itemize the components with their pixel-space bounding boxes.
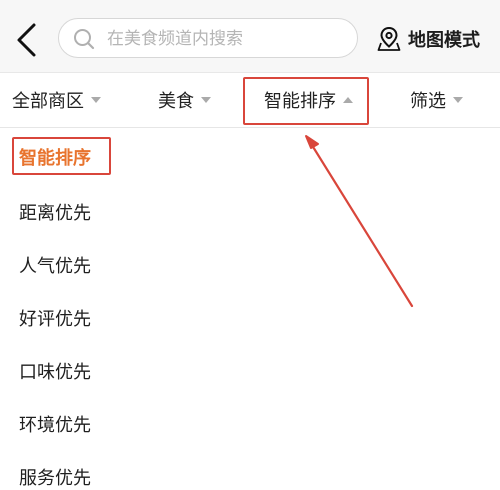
back-button[interactable]: [12, 22, 42, 58]
map-mode-label: 地图模式: [408, 30, 480, 51]
tab-filter[interactable]: 筛选: [410, 73, 463, 127]
caret-down-icon: [453, 97, 463, 103]
chevron-left-icon: [17, 23, 36, 57]
caret-down-icon: [91, 97, 101, 103]
tab-smart-sort[interactable]: 智能排序: [264, 73, 353, 127]
tab-label: 筛选: [410, 91, 446, 112]
sort-option-distance[interactable]: 距离优先: [19, 199, 91, 225]
tab-label: 美食: [158, 91, 194, 112]
sort-option-popularity[interactable]: 人气优先: [19, 252, 91, 278]
search-input[interactable]: [105, 26, 349, 52]
sort-option-smart[interactable]: 智能排序: [19, 144, 91, 170]
caret-down-icon: [201, 97, 211, 103]
tab-label: 智能排序: [264, 91, 336, 112]
sort-option-rating[interactable]: 好评优先: [19, 305, 91, 331]
search-bar[interactable]: [58, 18, 358, 58]
sort-option-environment[interactable]: 环境优先: [19, 411, 91, 437]
map-pin-icon: [377, 26, 401, 51]
filter-bar: 全部商区 美食 智能排序 筛选: [0, 72, 500, 128]
top-bar: 地图模式: [0, 0, 500, 72]
sort-option-service[interactable]: 服务优先: [19, 464, 91, 490]
tab-cuisine[interactable]: 美食: [158, 73, 211, 127]
sort-option-taste[interactable]: 口味优先: [19, 358, 91, 384]
tab-all-districts[interactable]: 全部商区: [12, 73, 101, 127]
caret-up-icon: [343, 97, 353, 103]
search-icon: [74, 29, 95, 50]
tab-label: 全部商区: [12, 91, 84, 112]
map-mode-button[interactable]: 地图模式: [376, 24, 480, 54]
